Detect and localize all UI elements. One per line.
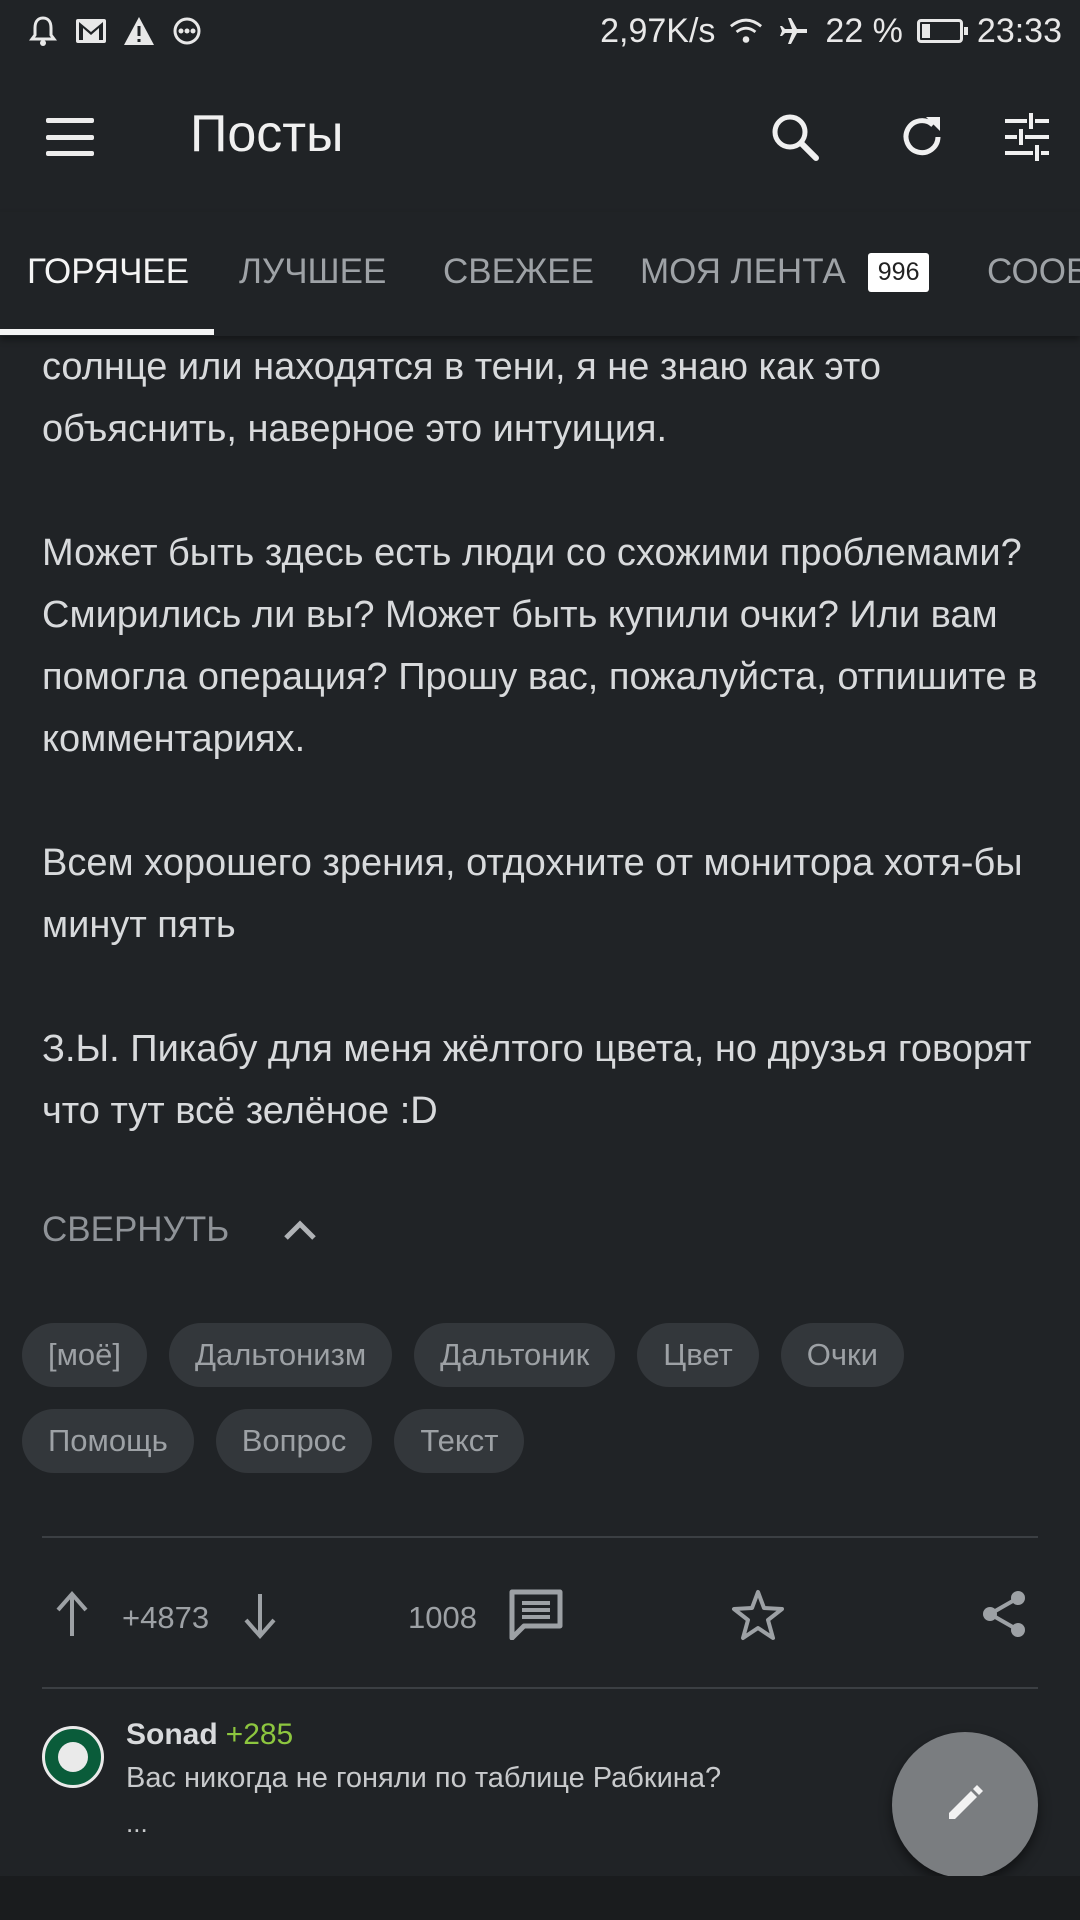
post-paragraph: З.Ы. Пикабу для меня жёлтого цвета, но д… — [42, 1028, 1032, 1132]
comment-author-line: Sonad +285 — [126, 1718, 293, 1752]
app-toolbar: Посты — [0, 62, 1080, 212]
post-paragraph: солнце или находятся в тени, я не знаю к… — [42, 346, 881, 450]
network-speed: 2,97K/s — [600, 11, 716, 50]
tab-fresh-label: СВЕЖЕЕ — [443, 252, 594, 291]
tag-chip[interactable]: Очки — [780, 1323, 904, 1387]
active-tab-indicator — [0, 329, 214, 335]
warning-icon — [122, 14, 156, 48]
feed-count-badge: 996 — [867, 252, 930, 292]
search-icon[interactable] — [760, 102, 830, 172]
comments-icon[interactable] — [508, 1588, 564, 1640]
tag-chip[interactable]: Вопрос — [215, 1409, 373, 1473]
wifi-icon — [729, 14, 763, 48]
divider — [42, 1687, 1038, 1689]
tag-chip[interactable]: Цвет — [637, 1323, 759, 1387]
collapse-label: СВЕРНУТЬ — [42, 1210, 230, 1249]
collapse-button[interactable]: СВЕРНУТЬ — [42, 1210, 317, 1250]
refresh-icon[interactable] — [887, 102, 957, 172]
tag-chip[interactable]: Помощь — [22, 1409, 194, 1473]
tab-hot[interactable]: ГОРЯЧЕЕ — [27, 252, 189, 292]
divider — [42, 1536, 1038, 1538]
avatar[interactable] — [42, 1726, 104, 1788]
upvote-icon[interactable] — [54, 1590, 90, 1638]
status-bar: 2,97K/s 22 % 23:33 — [0, 0, 1080, 62]
comment-text: Вас никогда не гоняли по таблице Рабкина… — [126, 1762, 722, 1794]
tab-fresh[interactable]: СВЕЖЕЕ — [443, 252, 594, 292]
comment-ellipsis: ... — [126, 1808, 148, 1838]
downvote-icon[interactable] — [242, 1592, 278, 1640]
tab-hot-label: ГОРЯЧЕЕ — [27, 252, 190, 291]
battery-percent: 22 % — [825, 11, 903, 50]
post-rating: +4873 — [122, 1600, 210, 1635]
tab-my-feed-label: МОЯ ЛЕНТА — [640, 252, 846, 291]
comment-user-rating: +285 — [225, 1718, 294, 1751]
pencil-icon — [943, 1781, 987, 1830]
save-star-icon[interactable] — [730, 1588, 786, 1642]
post-paragraph: Всем хорошего зрения, отдохните от монит… — [42, 842, 1023, 946]
airplane-mode-icon — [777, 14, 811, 48]
post-paragraph: Может быть здесь есть люди со схожими пр… — [42, 532, 1038, 760]
tag-list: [моё] Дальтонизм Дальтоник Цвет Очки Пом… — [22, 1323, 1062, 1473]
gmail-icon — [74, 14, 108, 48]
tag-chip[interactable]: Дальтонизм — [169, 1323, 393, 1387]
tab-best[interactable]: ЛУЧШЕЕ — [239, 252, 386, 292]
tab-communities[interactable]: СООБ — [987, 252, 1080, 292]
tab-best-label: ЛУЧШЕЕ — [239, 252, 387, 291]
notification-bell-icon — [26, 14, 60, 48]
filter-icon[interactable] — [992, 102, 1062, 172]
tag-chip[interactable]: Текст — [394, 1409, 525, 1473]
tag-chip[interactable]: [моё] — [22, 1323, 148, 1387]
post-body: солнце или находятся в тени, я не знаю к… — [42, 336, 1042, 1142]
chevron-up-icon — [283, 1210, 317, 1250]
battery-icon — [916, 19, 968, 43]
clock: 23:33 — [976, 11, 1062, 50]
post-actions: +4873 1008 — [42, 1572, 1038, 1658]
tab-bar: ГОРЯЧЕЕ ЛУЧШЕЕ СВЕЖЕЕ МОЯ ЛЕНТА 996 СООБ — [0, 212, 1080, 336]
tab-communities-label: СООБ — [987, 252, 1080, 291]
share-icon[interactable] — [978, 1588, 1030, 1640]
comments-count: 1008 — [408, 1600, 477, 1635]
comment-username[interactable]: Sonad — [126, 1718, 218, 1751]
menu-icon[interactable] — [40, 112, 100, 162]
bottom-edge — [0, 1876, 1080, 1920]
write-post-button[interactable] — [892, 1732, 1038, 1878]
tab-my-feed[interactable]: МОЯ ЛЕНТА 996 — [640, 252, 930, 292]
page-title: Посты — [190, 105, 344, 163]
tag-chip[interactable]: Дальтоник — [414, 1323, 616, 1387]
more-notifications-icon — [170, 14, 204, 48]
